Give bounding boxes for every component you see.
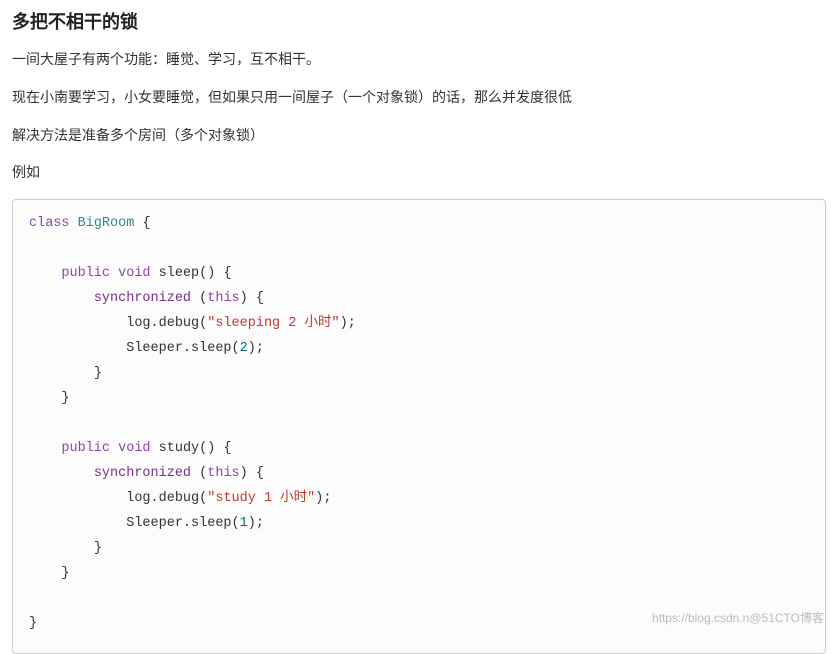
paragraph-2: 现在小南要学习，小女要睡觉，但如果只用一间屋子（一个对象锁）的话，那么并发度很低	[12, 86, 826, 110]
semi: ;	[348, 316, 356, 331]
kw-this: this	[207, 466, 239, 481]
num-2: 2	[240, 341, 248, 356]
semi: ;	[256, 516, 264, 531]
kw-synchronized: synchronized	[94, 291, 191, 306]
brace: }	[29, 616, 37, 631]
method-sleep: sleep	[159, 266, 200, 281]
parens: ()	[199, 266, 215, 281]
semi: ;	[323, 491, 331, 506]
sleeper-call: Sleeper.sleep	[126, 341, 231, 356]
brace: {	[223, 441, 231, 456]
sleeper-call: Sleeper.sleep	[126, 516, 231, 531]
section-title: 多把不相干的锁	[12, 8, 826, 34]
num-1: 1	[240, 516, 248, 531]
paren-open: (	[232, 516, 240, 531]
paragraph-1: 一间大屋子有两个功能：睡觉、学习，互不相干。	[12, 48, 826, 72]
log-call: log.debug	[126, 316, 199, 331]
paragraph-3: 解决方法是准备多个房间（多个对象锁）	[12, 124, 826, 148]
paren-close: )	[340, 316, 348, 331]
paren-close: )	[240, 466, 248, 481]
brace: }	[61, 566, 69, 581]
brace: {	[256, 291, 264, 306]
string-study: "study 1 小时"	[207, 491, 315, 506]
brace: }	[94, 366, 102, 381]
log-call: log.debug	[126, 491, 199, 506]
paren-close: )	[240, 291, 248, 306]
code-block: class BigRoom { public void sleep() { sy…	[12, 199, 826, 653]
paren-close: )	[248, 516, 256, 531]
kw-void: void	[118, 266, 150, 281]
kw-public: public	[61, 266, 110, 281]
brace: {	[223, 266, 231, 281]
kw-this: this	[207, 291, 239, 306]
brace: }	[61, 391, 69, 406]
brace: {	[142, 216, 150, 231]
brace: {	[256, 466, 264, 481]
method-study: study	[159, 441, 200, 456]
parens: ()	[199, 441, 215, 456]
kw-public: public	[61, 441, 110, 456]
class-name: BigRoom	[78, 216, 135, 231]
brace: }	[94, 541, 102, 556]
semi: ;	[256, 341, 264, 356]
paren-open: (	[232, 341, 240, 356]
kw-synchronized: synchronized	[94, 466, 191, 481]
paren-close: )	[248, 341, 256, 356]
paragraph-4: 例如	[12, 161, 826, 185]
kw-void: void	[118, 441, 150, 456]
string-sleep: "sleeping 2 小时"	[207, 316, 339, 331]
kw-class: class	[29, 216, 70, 231]
